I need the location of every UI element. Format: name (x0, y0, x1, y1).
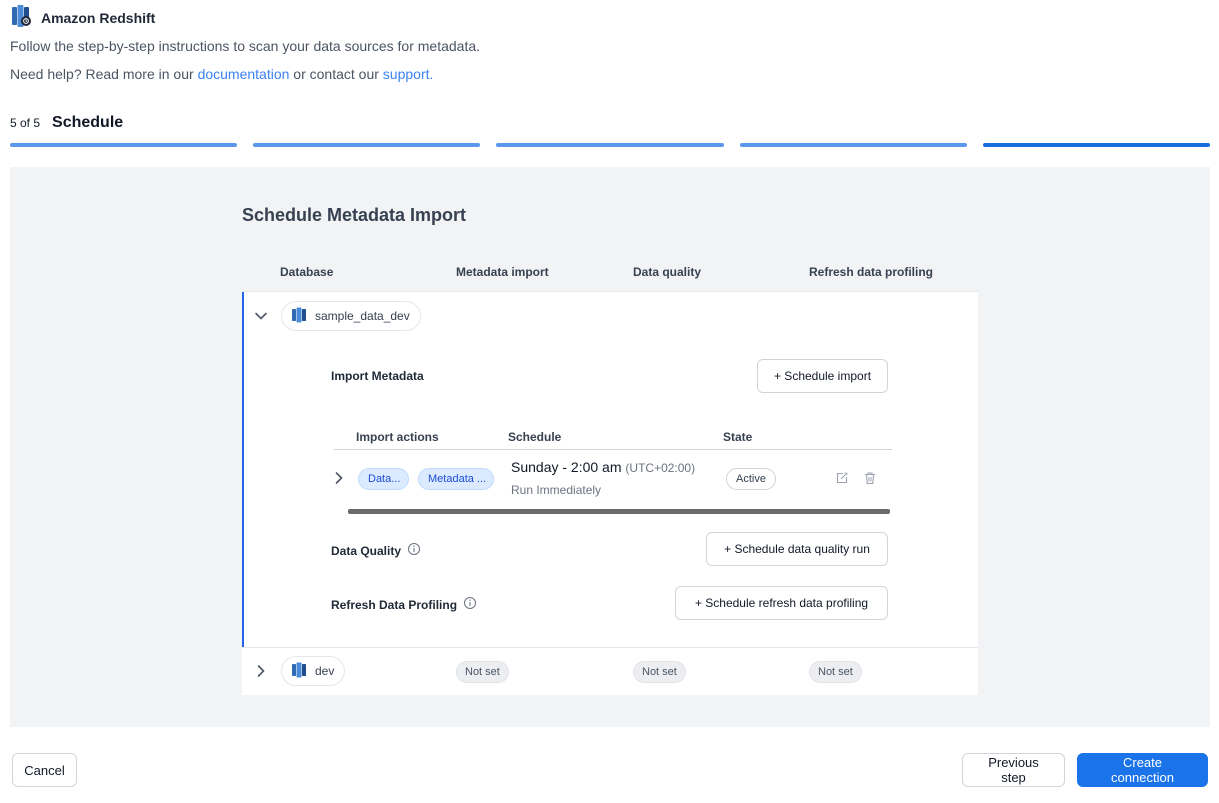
import-action-tag: Metadata ... (418, 468, 494, 490)
schedule-timezone: (UTC+02:00) (625, 461, 696, 475)
column-header-refresh-profiling: Refresh data profiling (809, 265, 934, 279)
column-header-database: Database (280, 265, 334, 279)
progress-segment-5 (982, 143, 1211, 147)
schedule-subtext: Run Immediately (511, 483, 602, 497)
inner-table-divider (334, 449, 892, 450)
column-header-metadata-import: Metadata import (456, 265, 549, 279)
data-quality-label: Data Quality (331, 542, 421, 559)
step-header: 5 of 5 Schedule (10, 114, 123, 132)
schedule-import-button[interactable]: + Schedule import (757, 359, 888, 393)
database-pill[interactable]: dev (281, 656, 346, 686)
redshift-icon (291, 662, 307, 681)
intro-text: Follow the step-by-step instructions to … (10, 38, 481, 54)
progress-segment-1 (10, 143, 238, 147)
schedule-time: Sunday - 2:00 am (UTC+02:00) (511, 459, 695, 475)
schedule-value: Sunday - 2:00 am (511, 459, 622, 475)
horizontal-scrollbar[interactable] (348, 509, 890, 514)
progress-segment-3 (496, 143, 724, 147)
database-table: sample_data_dev Import Metadata + Schedu… (242, 291, 978, 695)
import-metadata-label-text: Import Metadata (331, 369, 424, 383)
trash-icon[interactable] (862, 470, 878, 486)
refresh-profiling-status: Not set (809, 661, 862, 683)
chevron-down-icon[interactable] (254, 309, 268, 323)
support-link[interactable]: support. (383, 66, 434, 82)
import-metadata-label: Import Metadata (331, 369, 424, 383)
schedule-refresh-profiling-button[interactable]: + Schedule refresh data profiling (675, 586, 888, 620)
brand: Amazon Redshift (10, 4, 156, 33)
data-quality-status: Not set (633, 661, 686, 683)
inner-header-state: State (723, 430, 753, 444)
column-header-data-quality: Data quality (633, 265, 702, 279)
step-progress (10, 143, 1211, 147)
previous-step-button[interactable]: Previous step (962, 753, 1065, 787)
app-title: Amazon Redshift (41, 10, 156, 26)
schedule-data-quality-button[interactable]: + Schedule data quality run (706, 532, 888, 566)
step-title: Schedule (52, 114, 124, 131)
info-icon[interactable] (407, 542, 421, 559)
create-connection-button[interactable]: Create connection (1077, 753, 1208, 787)
section-title: Schedule Metadata Import (242, 205, 467, 225)
progress-segment-4 (739, 143, 967, 147)
help-prefix: Need help? Read more in our (10, 66, 198, 82)
help-middle: or contact our (289, 66, 383, 82)
refresh-profiling-label: Refresh Data Profiling (331, 596, 477, 613)
chevron-right-icon[interactable] (332, 471, 346, 485)
import-action-tag: Data... (358, 468, 409, 490)
cancel-button[interactable]: Cancel (12, 753, 77, 787)
status-badge: Active (726, 468, 776, 490)
inner-header-schedule: Schedule (508, 430, 562, 444)
metadata-import-status: Not set (456, 661, 509, 683)
redshift-icon (10, 4, 34, 33)
database-row-expanded: sample_data_dev Import Metadata + Schedu… (242, 292, 978, 647)
help-text: Need help? Read more in our documentatio… (10, 66, 433, 82)
database-name: sample_data_dev (315, 309, 410, 323)
edit-icon[interactable] (834, 470, 850, 486)
documentation-link[interactable]: documentation (198, 66, 290, 82)
database-name: dev (315, 664, 335, 678)
info-icon[interactable] (463, 596, 477, 613)
data-quality-label-text: Data Quality (331, 543, 402, 558)
row-divider (242, 647, 978, 648)
progress-segment-2 (253, 143, 481, 147)
step-count: 5 of 5 (10, 116, 41, 130)
inner-header-import-actions: Import actions (356, 430, 439, 444)
chevron-right-icon[interactable] (254, 664, 268, 678)
header: Amazon Redshift (10, 4, 156, 33)
redshift-icon (291, 307, 307, 326)
refresh-profiling-label-text: Refresh Data Profiling (331, 597, 458, 612)
database-pill[interactable]: sample_data_dev (281, 301, 421, 331)
